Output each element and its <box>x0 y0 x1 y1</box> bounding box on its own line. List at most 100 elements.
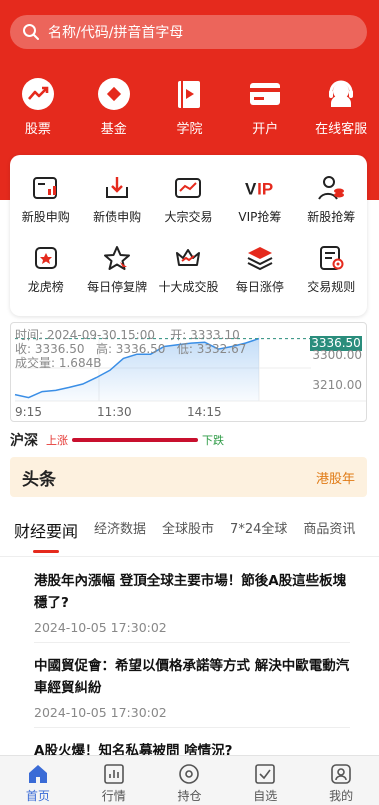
chart-info: 时间: 2024-09-30 15:00 开: 3333.10 收: 3336.… <box>15 328 246 370</box>
bottom-nav-label: 我的 <box>329 789 354 803</box>
rules-icon <box>315 243 347 273</box>
headset-icon <box>323 76 359 112</box>
top-nav-open-account[interactable]: 开户 <box>227 76 303 140</box>
tab-divider <box>0 556 379 557</box>
news-divider <box>34 727 350 728</box>
news-title: 中國貿促會：希望以價格承諾等方式 解決中歐電動汽車經貿糾紛 <box>34 658 350 696</box>
search-placeholder: 名称/代码/拼音首字母 <box>48 25 184 41</box>
news-tabs: 财经要闻 经济数据 全球股市 7*24全球 商品资讯 <box>0 515 379 553</box>
top-nav-label: 学院 <box>176 122 203 137</box>
chart-low: 低: 3332.67 <box>176 342 247 356</box>
tab-global-stocks[interactable]: 全球股市 <box>162 515 214 540</box>
grid-label: 大宗交易 <box>164 210 213 224</box>
crown-icon <box>172 243 204 273</box>
chart-icon <box>103 764 124 784</box>
tab-commodities[interactable]: 商品资讯 <box>303 515 355 540</box>
grid-label: VIP抢筹 <box>238 210 282 224</box>
top-nav-label: 开户 <box>252 122 279 137</box>
grid-item-new-stock[interactable]: 新股申购 <box>10 173 81 225</box>
headline-logo: 头条 <box>22 469 56 490</box>
user-icon <box>331 764 351 784</box>
chart-high: 高: 3336.50 <box>95 342 166 356</box>
y-tick-label: 3300.00 <box>312 348 362 362</box>
x-tick-label: 9:15 <box>15 405 42 419</box>
banner-link[interactable]: 港股年 <box>316 468 355 487</box>
compass-icon <box>179 764 200 784</box>
market-breadth: 沪深 上涨 下跌 <box>10 432 224 449</box>
bottom-nav-label: 行情 <box>101 789 126 803</box>
headline-banner[interactable]: 头条 港股年 <box>10 457 367 497</box>
grid-label: 十大成交股 <box>158 280 219 294</box>
bond-download-icon <box>101 173 133 203</box>
svg-text:IP: IP <box>257 180 273 199</box>
grid-item-block-trade[interactable]: 大宗交易 <box>153 173 224 225</box>
vip-icon: V IP <box>244 173 276 203</box>
home-icon <box>28 765 47 783</box>
layers-icon <box>244 243 276 273</box>
feature-grid: 新股申购 新债申购 大宗交易 V IP VIP抢筹 新股抢筹 龙虎榜 每日停复牌… <box>10 155 367 295</box>
bottom-nav: 首页 行情 持仓 自选 我的 <box>0 755 379 805</box>
news-item[interactable]: 中國貿促會：希望以價格承諾等方式 解決中歐電動汽車經貿糾紛 2024-10-05… <box>34 655 354 728</box>
feature-card: 新股申购 新债申购 大宗交易 V IP VIP抢筹 新股抢筹 龙虎榜 每日停复牌… <box>10 155 367 316</box>
news-date: 2024-10-05 17:30:02 <box>34 620 167 635</box>
grid-item-rules[interactable]: 交易规则 <box>296 243 367 295</box>
news-item[interactable]: 港股年內漲幅 登頂全球主要市場！節後A股這些板塊穩了? 2024-10-05 1… <box>34 570 354 643</box>
grid-label: 龙虎榜 <box>27 280 64 294</box>
news-date: 2024-10-05 17:30:02 <box>34 705 167 720</box>
bottom-nav-positions[interactable]: 持仓 <box>152 756 228 805</box>
top-nav-label: 在线客服 <box>315 122 368 137</box>
grid-item-suspension[interactable]: 每日停复牌 <box>81 243 152 295</box>
tab-24h-global[interactable]: 7*24全球 <box>230 515 287 540</box>
index-chart[interactable]: 时间: 2024-09-30 15:00 开: 3333.10 收: 3336.… <box>10 322 367 422</box>
market-label: 沪深 <box>10 433 38 449</box>
news-title: 港股年內漲幅 登頂全球主要市場！節後A股這些板塊穩了? <box>34 573 347 611</box>
grid-item-limit-up[interactable]: 每日涨停 <box>224 243 295 295</box>
grid-item-user-coins[interactable]: 新股抢筹 <box>296 173 367 225</box>
user-coins-icon <box>315 173 347 203</box>
bottom-nav-label: 持仓 <box>177 789 202 803</box>
bottom-nav-home[interactable]: 首页 <box>0 756 76 805</box>
bottom-nav-watchlist[interactable]: 自选 <box>227 756 303 805</box>
top-nav: 股票 基金 学院 开户 在线客服 <box>0 76 379 140</box>
top-nav-funds[interactable]: 基金 <box>76 76 152 140</box>
grid-label: 交易规则 <box>307 280 356 294</box>
breadth-bar <box>72 438 198 442</box>
grid-item-top-ten[interactable]: 十大成交股 <box>153 243 224 295</box>
search-input[interactable]: 名称/代码/拼音首字母 <box>10 15 367 49</box>
chart-volume: 成交量: 1.684B <box>15 356 102 370</box>
block-trade-icon <box>172 173 204 203</box>
chart-close: 收: 3336.50 <box>15 342 85 356</box>
diamond-icon <box>96 76 132 112</box>
tab-economic-data[interactable]: 经济数据 <box>94 515 146 540</box>
grid-label: 新股申购 <box>21 210 70 224</box>
grid-label: 新股抢筹 <box>307 210 356 224</box>
top-nav-support[interactable]: 在线客服 <box>303 76 379 140</box>
book-icon <box>171 76 207 112</box>
new-stock-icon <box>30 173 62 203</box>
grid-item-vip[interactable]: V IP VIP抢筹 <box>224 173 295 225</box>
x-tick-label: 14:15 <box>187 405 222 419</box>
grid-label: 新债申购 <box>93 210 142 224</box>
grid-item-dragon-tiger[interactable]: 龙虎榜 <box>10 243 81 295</box>
bottom-nav-label: 自选 <box>253 789 278 803</box>
top-nav-label: 基金 <box>100 122 127 137</box>
grid-label: 每日停复牌 <box>87 280 148 294</box>
dragon-tiger-icon <box>30 243 62 273</box>
tab-finance-news[interactable]: 财经要闻 <box>14 515 78 553</box>
grid-item-new-bond[interactable]: 新债申购 <box>81 173 152 225</box>
checkbox-icon <box>255 764 276 784</box>
svg-text:V: V <box>245 180 257 199</box>
chart-time: 时间: 2024-09-30 15:00 <box>15 328 155 342</box>
bottom-nav-label: 首页 <box>25 789 50 803</box>
market-down-label: 下跌 <box>202 434 224 447</box>
top-nav-academy[interactable]: 学院 <box>152 76 228 140</box>
star-icon <box>101 243 133 273</box>
market-up-label: 上涨 <box>46 434 68 447</box>
top-nav-stocks[interactable]: 股票 <box>0 76 76 140</box>
news-divider <box>34 642 350 643</box>
bottom-nav-profile[interactable]: 我的 <box>303 756 379 805</box>
bottom-nav-market[interactable]: 行情 <box>76 756 152 805</box>
card-icon <box>247 76 283 112</box>
grid-label: 每日涨停 <box>235 280 284 294</box>
chart-open: 开: 3333.10 <box>170 328 240 342</box>
